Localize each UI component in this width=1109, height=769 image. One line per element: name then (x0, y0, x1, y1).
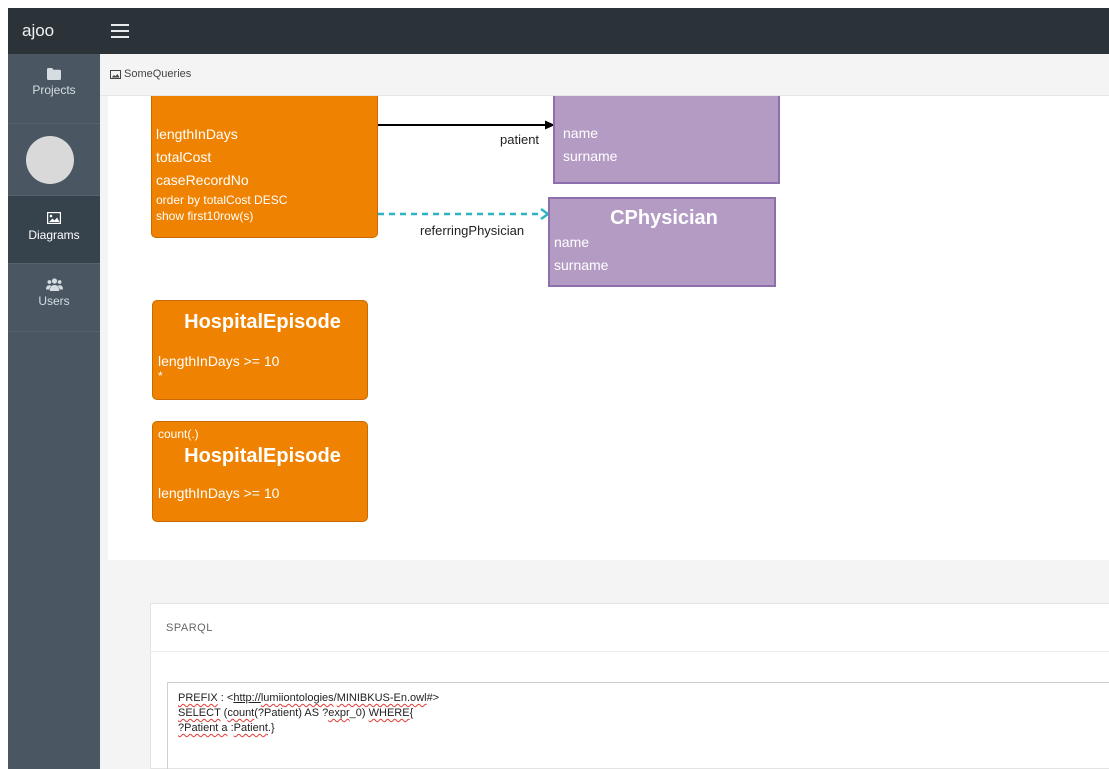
sidebar-item-label: Diagrams (28, 228, 80, 242)
cardinality-marker: * (158, 369, 163, 383)
sparql-query-text[interactable]: PREFIX : <http://lumiiontologies/MINIBKU… (167, 682, 1109, 769)
image-icon (110, 69, 121, 79)
diagram-title: SomeQueries (124, 68, 192, 80)
hamburger-menu-icon[interactable] (110, 21, 132, 41)
diagram-canvas[interactable]: patient referringPhysician lengthInDays … (108, 96, 1109, 560)
sparql-panel-title: SPARQL (151, 604, 1109, 652)
condition: lengthInDays >= 10 (158, 485, 280, 501)
attribute: name (563, 125, 599, 141)
attribute: lengthInDays (156, 126, 238, 142)
brand-logo[interactable]: ajoo (8, 8, 100, 54)
attribute: totalCost (156, 149, 212, 165)
condition: lengthInDays >= 10 (158, 353, 280, 369)
user-avatar-area (8, 124, 100, 196)
sidebar: Projects Diagrams Users (8, 54, 100, 769)
sidebar-item-projects[interactable]: Projects (8, 54, 100, 124)
class-box-patient[interactable]: name surname (553, 96, 780, 184)
attribute: surname (554, 257, 609, 273)
attribute: surname (563, 148, 618, 164)
breadcrumb[interactable]: SomeQueries (110, 68, 191, 80)
sidebar-item-label: Projects (32, 83, 76, 97)
class-box-hospital-episode[interactable]: HospitalEpisode lengthInDays >= 10 * (152, 300, 368, 400)
link-label-referring-physician: referringPhysician (420, 223, 525, 238)
order-by-clause: order by totalCost DESC (156, 193, 288, 207)
page-header: SomeQueries (100, 54, 1109, 96)
aggregate-expression: count(.) (158, 427, 199, 441)
sparql-line-prefix: PREFIX : <http://lumiiontologies/MINIBKU… (178, 692, 440, 704)
folder-icon (47, 68, 61, 80)
sidebar-item-label: Users (38, 294, 70, 308)
attribute: name (554, 234, 590, 250)
class-box-hospital-episode-count[interactable]: count(.) HospitalEpisode lengthInDays >=… (152, 421, 368, 522)
class-title: HospitalEpisode (184, 445, 341, 467)
sparql-panel: SPARQL PREFIX : <http://lumiiontologies/… (150, 603, 1109, 769)
limit-clause: show first10row(s) (156, 209, 254, 223)
class-box-cphysician[interactable]: CPhysician name surname (548, 197, 776, 287)
users-icon (45, 278, 63, 291)
image-icon (47, 212, 61, 224)
class-title: CPhysician (610, 207, 718, 229)
sparql-line-triple: ?Patient a :Patient.} (178, 722, 275, 734)
attribute: caseRecordNo (156, 172, 249, 188)
sidebar-item-diagrams[interactable]: Diagrams (8, 196, 100, 264)
link-label-patient: patient (500, 132, 540, 147)
sparql-line-select: SELECT (count(?Patient) AS ?expr_0) WHER… (178, 707, 414, 719)
open-arrowhead-icon (540, 207, 551, 221)
top-navbar: ajoo (8, 8, 1109, 54)
class-box-query-root[interactable]: lengthInDays totalCost caseRecordNo orde… (151, 96, 378, 238)
class-title: HospitalEpisode (184, 311, 341, 333)
sidebar-item-users[interactable]: Users (8, 264, 100, 332)
avatar[interactable] (26, 136, 74, 184)
app-window: ajoo Projects Diagrams Users SomeQueries… (8, 8, 1109, 769)
